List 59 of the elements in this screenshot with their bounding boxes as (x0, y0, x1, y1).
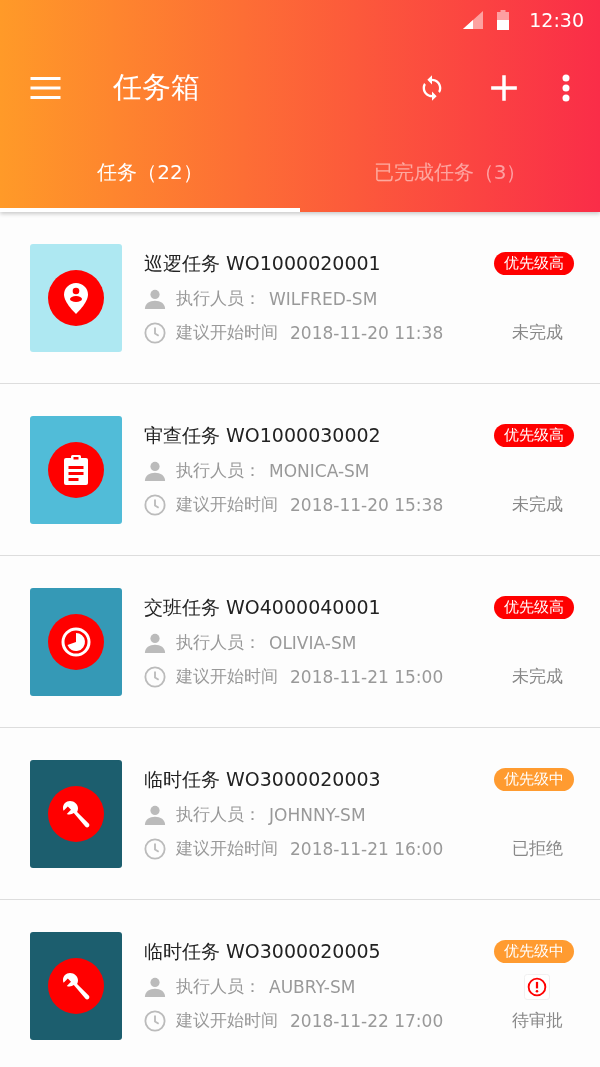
task-status: 未完成 (510, 321, 564, 344)
person-icon (144, 631, 166, 654)
task-status: 已拒绝 (510, 837, 564, 860)
clock-icon (144, 493, 166, 516)
clock-icon (144, 321, 166, 344)
clipboard-icon (48, 441, 104, 498)
assignee-label: 执行人员： (176, 803, 261, 826)
assignee-name: MONICA-SM (269, 460, 370, 481)
assignee-name: OLIVIA-SM (269, 632, 357, 653)
status-time: 12:30 (529, 9, 584, 31)
start-time: 2018-11-22 17:00 (290, 1010, 444, 1031)
task-title: 临时任务 WO3000020005 (144, 938, 381, 964)
location-pin-icon (48, 269, 104, 326)
wrench-icon (48, 785, 104, 842)
clock-icon (144, 1009, 166, 1032)
assignee-label: 执行人员： (176, 631, 261, 654)
more-icon[interactable] (562, 74, 570, 102)
battery-icon (497, 10, 510, 30)
add-icon[interactable] (490, 74, 518, 102)
person-icon (144, 287, 166, 310)
assignee-name: WILFRED-SM (269, 288, 378, 309)
clock-icon (144, 837, 166, 860)
start-time: 2018-11-20 15:38 (290, 494, 444, 515)
toolbar-title: 任务箱 (113, 69, 200, 106)
task-title: 审查任务 WO1000030002 (144, 422, 381, 448)
priority-badge: 优先级高 (494, 424, 574, 447)
priority-badge: 优先级中 (494, 940, 574, 963)
time-label: 建议开始时间 (176, 1009, 278, 1032)
wrench-icon (48, 957, 104, 1014)
tab[interactable]: 任务（22） (0, 136, 300, 212)
priority-badge: 优先级中 (494, 768, 574, 791)
time-label: 建议开始时间 (176, 665, 278, 688)
start-time: 2018-11-21 15:00 (290, 666, 444, 687)
person-icon (144, 459, 166, 482)
menu-icon[interactable] (30, 77, 61, 99)
signal-icon (463, 11, 484, 29)
task-status: 待审批 (510, 1009, 564, 1032)
priority-badge: 优先级高 (494, 252, 574, 275)
assignee-label: 执行人员： (176, 975, 261, 998)
time-label: 建议开始时间 (176, 321, 278, 344)
clock-icon (144, 665, 166, 688)
person-icon (144, 975, 166, 998)
task-status: 未完成 (510, 493, 564, 516)
task-title: 交班任务 WO4000040001 (144, 594, 381, 620)
start-time: 2018-11-21 16:00 (290, 838, 444, 859)
timer-icon (48, 613, 104, 670)
time-label: 建议开始时间 (176, 493, 278, 516)
task-title: 临时任务 WO3000020003 (144, 766, 381, 792)
task-status: 未完成 (510, 665, 564, 688)
assignee-name: AUBRY-SM (269, 976, 356, 997)
assignee-label: 执行人员： (176, 287, 261, 310)
assignee-label: 执行人员： (176, 459, 261, 482)
time-label: 建议开始时间 (176, 837, 278, 860)
person-icon (144, 803, 166, 826)
assignee-name: JOHNNY-SM (269, 804, 366, 825)
task-title: 巡逻任务 WO1000020001 (144, 250, 381, 276)
start-time: 2018-11-20 11:38 (290, 322, 444, 343)
priority-badge: 优先级高 (494, 596, 574, 619)
tab[interactable]: 已完成任务（3） (300, 136, 600, 212)
